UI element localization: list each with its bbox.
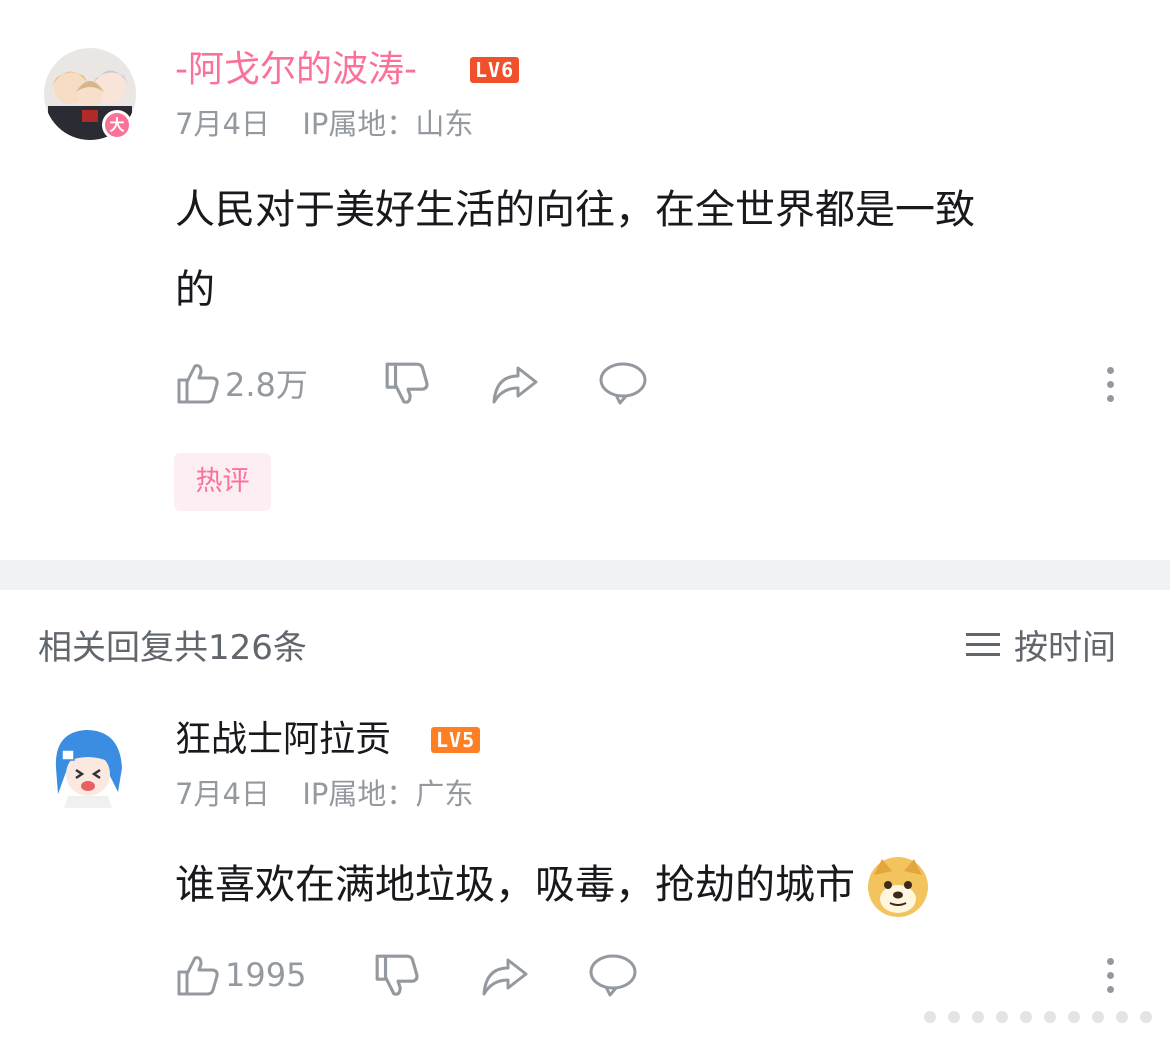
reply-dislike-button[interactable] [373,952,421,1000]
hot-comment-tag: 热评 [174,453,271,511]
avatar-reply[interactable] [48,722,126,808]
more-icon [1106,367,1114,402]
dislike-icon [383,360,431,408]
sort-toggle[interactable]: 按时间 [966,620,1116,669]
sort-icon [966,626,1000,663]
sort-label: 按时间 [1014,628,1116,668]
comment-button[interactable] [598,360,648,406]
username[interactable]: -阿戈尔的波涛- [175,48,417,92]
comment-icon [588,952,638,998]
ip-location: IP属地：山东 [302,107,474,141]
comment-icon [598,360,648,406]
reply-date: 7月4日 [175,777,270,811]
reply-like-count: 1995 [225,956,307,994]
dislike-button[interactable] [383,360,431,408]
reply-ip-location: IP属地：广东 [302,777,474,811]
reply-text-body: 谁喜欢在满地垃圾，吸毒，抢劫的城市 [175,862,855,908]
doge-emoji [867,857,928,917]
more-icon [1106,958,1114,993]
level-badge: LV6 [470,57,520,83]
creator-badge: 大 [102,110,132,140]
like-icon [175,360,221,406]
comment-text-line: 人民对于美好生活的向往，在全世界都是一致 [175,187,975,233]
dislike-icon [373,952,421,1000]
comment-date: 7月4日 [175,107,270,141]
comment-text-line: 的 [175,267,215,313]
reply-meta: 7月4日 IP属地：广东 [175,776,473,812]
comment-text: 人民对于美好生活的向往，在全世界都是一致 的 [175,170,1125,330]
share-icon [490,362,540,406]
reply-comment-button[interactable] [588,952,638,998]
like-icon [175,952,221,998]
reply-username[interactable]: 狂战士阿拉贡 [175,718,391,762]
comment-meta: 7月4日 IP属地：山东 [175,106,473,142]
more-button[interactable] [1106,367,1114,409]
reply-like-button[interactable]: 1995 [175,952,306,998]
reply-share-button[interactable] [480,954,530,998]
section-divider [0,560,1170,590]
like-count: 2.8万 [225,366,308,404]
share-icon [480,954,530,998]
watermark [910,997,1170,1037]
reply-level-badge: LV5 [431,727,481,753]
like-button[interactable]: 2.8万 [175,360,308,406]
reply-text: 谁喜欢在满地垃圾，吸毒，抢劫的城市 [175,845,1125,925]
share-button[interactable] [490,362,540,406]
replies-count-title: 相关回复共126条 [38,628,307,668]
reply-more-button[interactable] [1106,958,1114,1000]
